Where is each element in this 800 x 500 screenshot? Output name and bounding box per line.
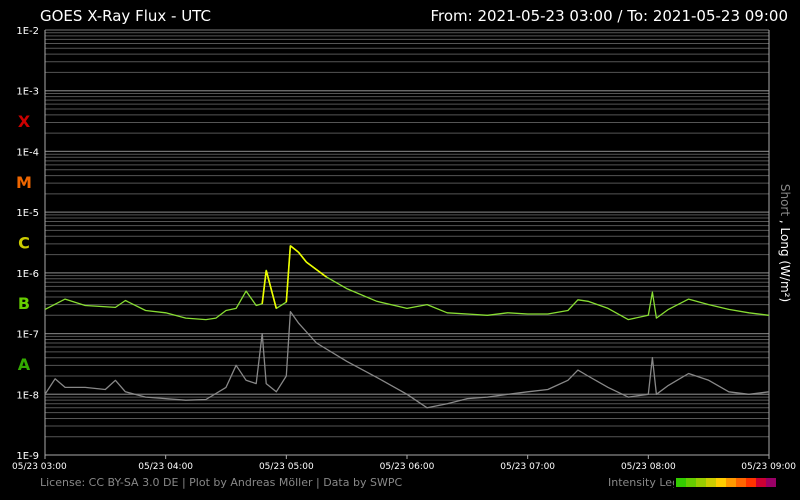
flare-class-m: M bbox=[16, 173, 32, 192]
x-tick-label: 05/23 03:00 bbox=[12, 462, 67, 472]
chart-page: GOES X-Ray Flux - UTC From: 2021-05-23 0… bbox=[0, 0, 800, 500]
xray-flux-chart: 1E-2 1E-3 1E-4 1E-5 1E-6 1E-7 1E-8 1E-9 05/23 0… bbox=[12, 26, 796, 472]
x-tick-label: 05/23 05:00 bbox=[259, 462, 314, 472]
license-text: License: CC BY-SA 3.0 DE | Plot by Andre… bbox=[40, 476, 403, 489]
series-peak-segment bbox=[289, 245, 299, 253]
series-peak-segment bbox=[297, 251, 308, 263]
y-tick-label: 1E-7 bbox=[16, 330, 39, 341]
y-tick-label: 1E-6 bbox=[16, 269, 39, 280]
x-tick-label: 05/23 08:00 bbox=[621, 462, 676, 472]
flare-class-a: A bbox=[18, 355, 31, 374]
y-tick-label: 1E-2 bbox=[16, 26, 39, 37]
legend-swatch bbox=[736, 478, 746, 487]
y-tick-label: 1E-9 bbox=[16, 451, 39, 462]
long-label: Long (W/m²) bbox=[778, 227, 792, 303]
series-lines bbox=[44, 245, 770, 409]
intensity-legend-label: Intensity Legend bbox=[608, 476, 674, 489]
x-tick-labels: 05/23 03:00 05/23 04:00 05/23 05:00 05/23 0… bbox=[12, 455, 796, 472]
flare-class-c: C bbox=[18, 234, 30, 253]
legend-swatch bbox=[706, 478, 716, 487]
label-separator: , bbox=[778, 216, 792, 228]
x-tick-label: 05/23 06:00 bbox=[380, 462, 435, 472]
y-tick-label: 1E-8 bbox=[16, 390, 39, 401]
y-axis-label: Short , Long (W/m²) bbox=[778, 184, 792, 302]
legend-swatch bbox=[756, 478, 766, 487]
legend-swatch bbox=[716, 478, 726, 487]
series-line-short bbox=[44, 310, 770, 409]
y-tick-label: 1E-4 bbox=[16, 147, 39, 158]
short-label: Short bbox=[778, 183, 792, 217]
y-tick-label: 1E-3 bbox=[16, 87, 39, 98]
legend-swatch bbox=[676, 478, 686, 487]
y-tick-label: 1E-5 bbox=[16, 208, 39, 219]
intensity-legend-bar bbox=[676, 478, 776, 487]
legend-swatch bbox=[766, 478, 776, 487]
x-tick-label: 05/23 09:00 bbox=[741, 462, 796, 472]
x-tick-label: 05/23 07:00 bbox=[500, 462, 555, 472]
legend-swatch bbox=[696, 478, 706, 487]
flare-class-b: B bbox=[18, 294, 30, 313]
legend-swatch bbox=[726, 478, 736, 487]
legend-swatch bbox=[746, 478, 756, 487]
legend-swatch bbox=[686, 478, 696, 487]
x-tick-label: 05/23 04:00 bbox=[138, 462, 193, 472]
flare-class-x: X bbox=[18, 112, 31, 131]
series-peak-segment bbox=[305, 261, 328, 278]
